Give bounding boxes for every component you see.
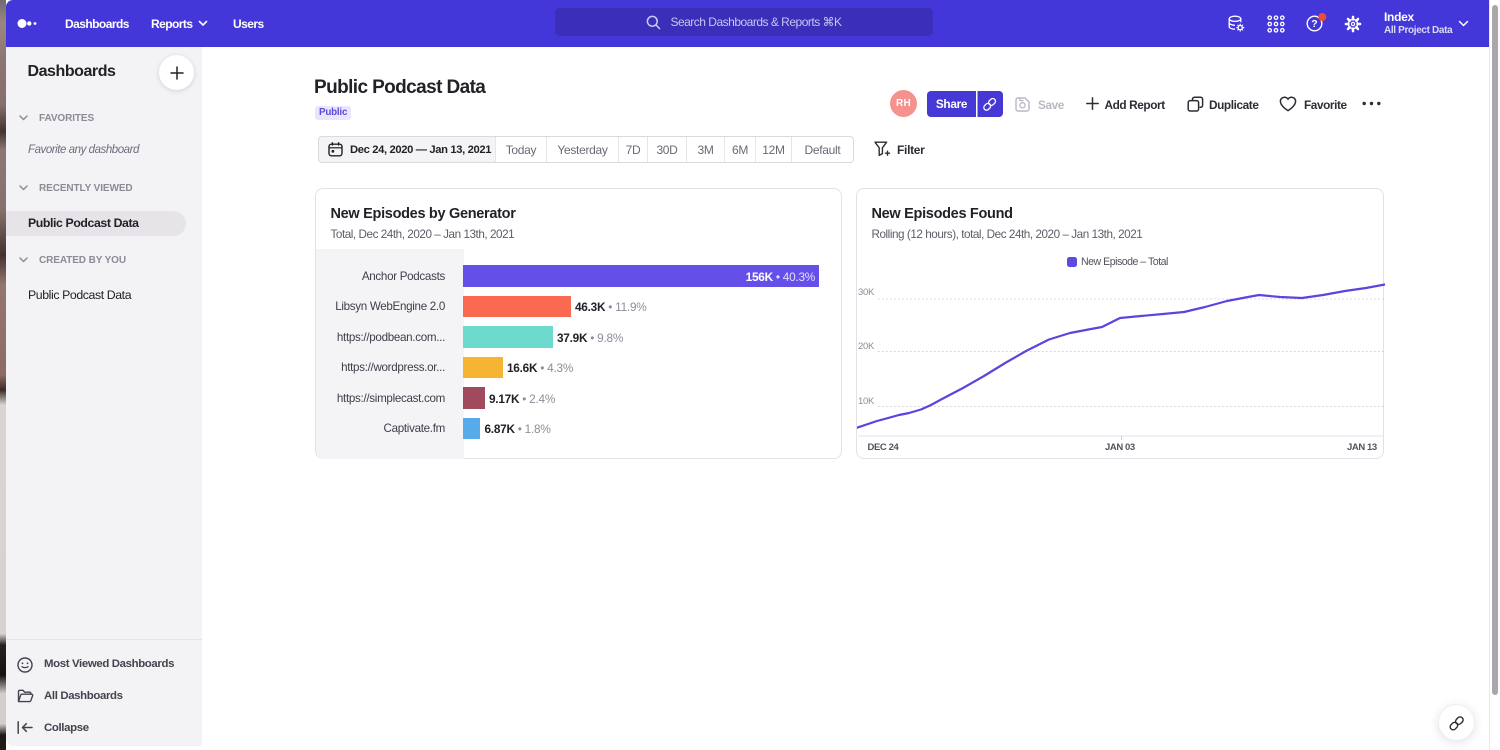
- svg-text:?: ?: [1311, 18, 1317, 30]
